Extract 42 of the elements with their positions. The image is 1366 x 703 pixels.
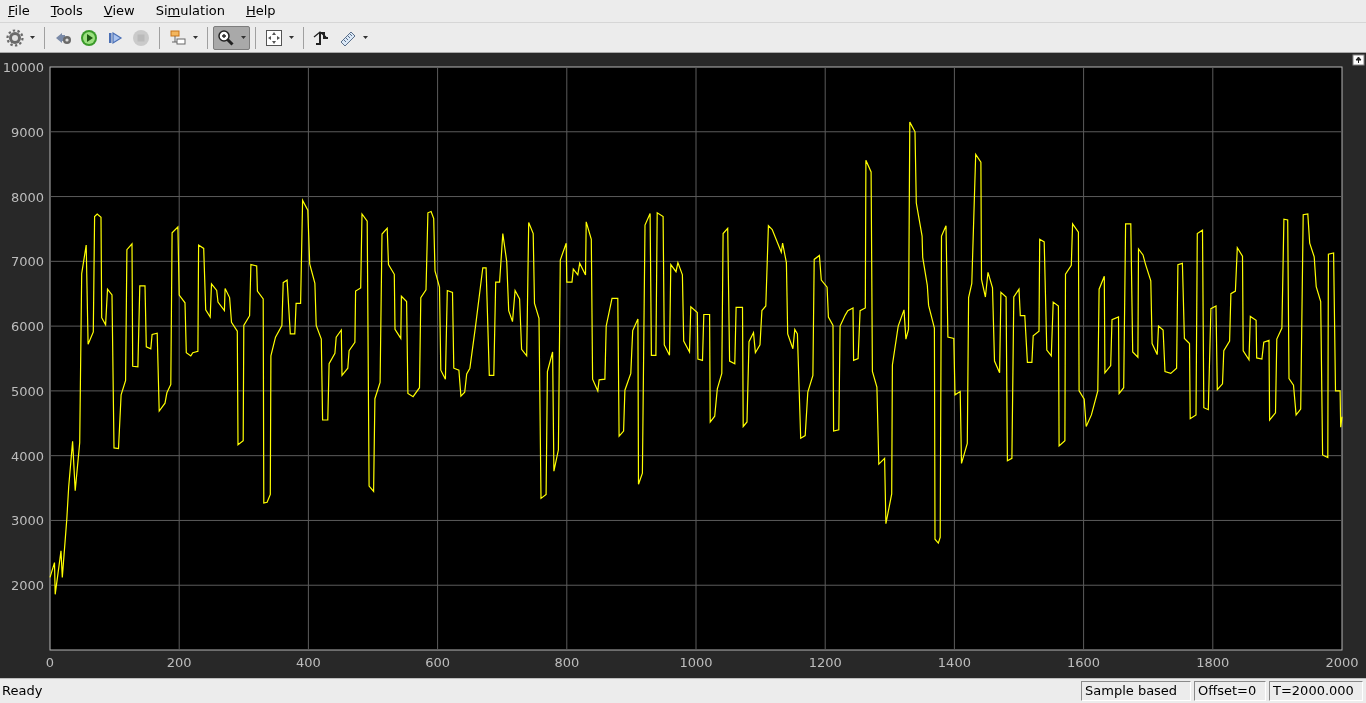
zoom-icon	[217, 28, 235, 47]
y-tick-label: 2000	[10, 578, 44, 594]
status-field: Offset=0	[1194, 681, 1266, 701]
y-tick-label: 5000	[10, 383, 44, 399]
y-tick-label: 6000	[10, 319, 44, 335]
caret-icon	[289, 36, 294, 39]
status-message: Ready	[1, 682, 44, 701]
x-tick-label: 800	[554, 655, 580, 670]
x-tick-label: 2000	[1325, 655, 1359, 670]
y-tick-label: 3000	[10, 513, 44, 529]
x-tick-label: 400	[296, 655, 321, 670]
menu-item[interactable]: Tools	[49, 1, 84, 21]
menu-item[interactable]: Help	[244, 1, 277, 21]
caret-icon	[241, 36, 246, 39]
x-tick-label: 1200	[808, 655, 842, 670]
x-tick-label: 1000	[679, 655, 713, 670]
toolbar-button[interactable]	[213, 25, 250, 50]
menu-item[interactable]: File	[7, 1, 31, 21]
x-tick-label: 200	[166, 655, 192, 670]
x-tick-label: 0	[45, 655, 55, 670]
y-tick-label: 4000	[10, 448, 44, 464]
x-tick-label: 1400	[937, 655, 971, 670]
gear-icon	[6, 28, 24, 47]
y-tick-label: 7000	[10, 254, 44, 270]
y-tick-label: 9000	[10, 124, 44, 140]
x-tick-label: 600	[425, 655, 450, 670]
x-tick-label: 1600	[1067, 655, 1101, 670]
menu-item[interactable]: View	[102, 1, 136, 21]
y-tick-label: 10000	[2, 60, 44, 75]
run-icon	[80, 28, 98, 47]
caret-icon	[193, 36, 198, 39]
status-field: Sample based	[1081, 681, 1191, 701]
caret-icon	[363, 36, 368, 39]
status-field: T=2000.000	[1269, 681, 1363, 701]
menu-item[interactable]: Simulation	[154, 1, 226, 21]
fit-view-icon	[265, 28, 283, 47]
stop-icon	[132, 28, 150, 47]
caret-icon	[30, 36, 35, 39]
blocks-icon	[169, 28, 187, 47]
y-tick-label: 8000	[10, 189, 44, 205]
undock-icon[interactable]	[1352, 54, 1365, 66]
x-tick-label: 1800	[1196, 655, 1230, 670]
